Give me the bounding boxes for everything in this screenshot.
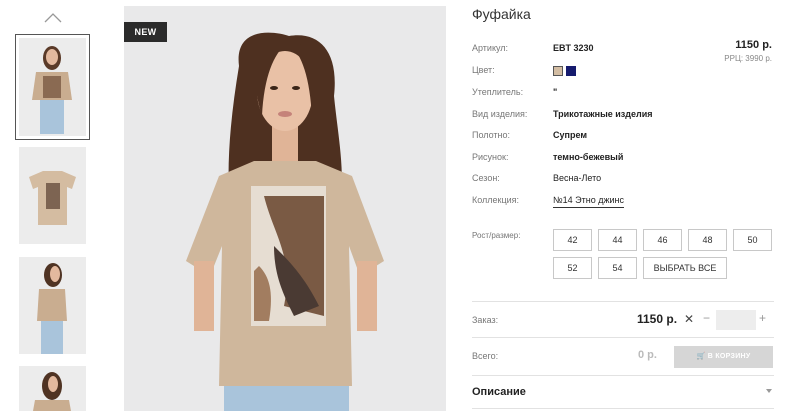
thumbnail-image-back-model	[19, 366, 86, 411]
attr-insulation-value: "	[553, 87, 558, 97]
attr-insulation-label: Утеплитель:	[472, 87, 524, 97]
thumbnail-2[interactable]	[19, 147, 86, 244]
size-button-52[interactable]: 52	[553, 257, 592, 279]
size-button-48[interactable]: 48	[688, 229, 727, 251]
divider	[472, 337, 774, 338]
total-label: Всего:	[472, 351, 499, 361]
quantity-minus-button[interactable]: −	[703, 311, 710, 325]
cart-icon: 🛒	[696, 353, 706, 360]
attr-fabric-value: Супрем	[553, 130, 587, 140]
thumbnail-3[interactable]	[19, 257, 86, 354]
quantity-input[interactable]	[716, 310, 756, 330]
divider	[472, 375, 774, 376]
collection-link[interactable]: №14 Этно джинс	[553, 195, 625, 208]
product-photo	[124, 6, 446, 411]
attr-article-label: Артикул:	[472, 43, 509, 53]
attr-collection-label: Коллекция:	[472, 195, 520, 205]
attr-type-value: Трикотажные изделия	[553, 109, 653, 119]
color-swatch-beige[interactable]	[553, 66, 563, 76]
product-price: 1150 р.	[735, 39, 772, 51]
thumbnail-image-side-model	[19, 257, 86, 354]
attr-color-label: Цвет:	[472, 65, 495, 75]
remove-icon[interactable]: ✕	[684, 312, 694, 326]
select-all-sizes-button[interactable]: ВЫБРАТЬ ВСЕ	[643, 257, 727, 279]
size-button-46[interactable]: 46	[643, 229, 682, 251]
thumbnail-image-front-model	[19, 38, 86, 136]
chevron-down-icon[interactable]	[766, 388, 772, 394]
product-title: Фуфайка	[472, 6, 531, 22]
attr-type-label: Вид изделия:	[472, 109, 528, 119]
attr-article-value: EBT 3230	[553, 43, 594, 53]
divider	[472, 408, 774, 409]
attr-fabric-label: Полотно:	[472, 130, 511, 140]
color-swatch-navy[interactable]	[566, 66, 576, 76]
description-toggle[interactable]: Описание	[472, 386, 526, 398]
size-label: Рост/размер:	[472, 231, 521, 240]
size-button-50[interactable]: 50	[733, 229, 772, 251]
chevron-up-icon[interactable]	[43, 12, 63, 24]
size-button-54[interactable]: 54	[598, 257, 637, 279]
product-rrp: РРЦ: 3990 р.	[724, 54, 772, 63]
add-to-cart-button[interactable]: 🛒 В КОРЗИНУ	[674, 346, 773, 368]
attr-season-value: Весна-Лето	[553, 173, 602, 183]
new-badge: NEW	[124, 22, 167, 42]
quantity-plus-button[interactable]: +	[759, 311, 766, 325]
order-price: 1150 р.	[637, 312, 678, 326]
product-main-image[interactable]	[124, 6, 446, 411]
thumbnail-image-flat-tshirt	[19, 147, 86, 244]
size-button-42[interactable]: 42	[553, 229, 592, 251]
thumbnail-1[interactable]	[15, 34, 90, 140]
thumbnail-4[interactable]	[19, 366, 86, 411]
attr-pattern-value: темно-бежевый	[553, 152, 624, 162]
order-label: Заказ:	[472, 315, 499, 325]
total-value: 0 р.	[638, 349, 657, 361]
size-button-44[interactable]: 44	[598, 229, 637, 251]
attr-pattern-label: Рисунок:	[472, 152, 509, 162]
attr-season-label: Сезон:	[472, 173, 500, 183]
add-to-cart-label: В КОРЗИНУ	[707, 353, 751, 360]
divider	[472, 301, 774, 302]
